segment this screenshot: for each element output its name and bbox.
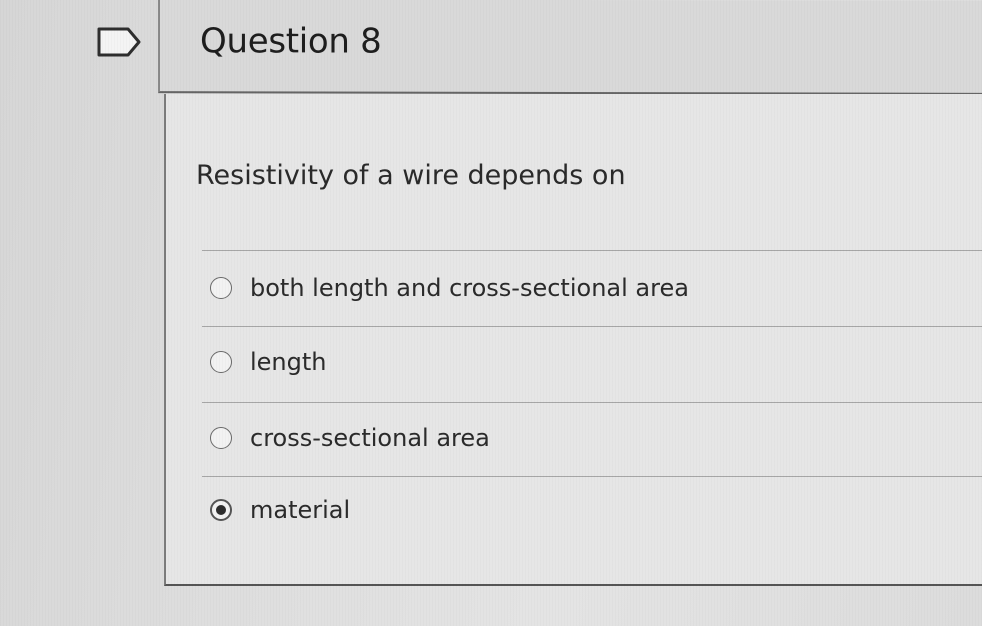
answer-option-2[interactable]: length bbox=[210, 342, 950, 382]
question-body: Resistivity of a wire depends on both le… bbox=[164, 94, 982, 586]
divider bbox=[202, 326, 982, 327]
answer-option-1[interactable]: both length and cross-sectional area bbox=[210, 268, 950, 308]
answer-option-4[interactable]: material bbox=[210, 490, 950, 530]
quiz-screen: Question 8 Resistivity of a wire depends… bbox=[0, 0, 982, 626]
option-label: material bbox=[250, 496, 351, 524]
radio-button[interactable] bbox=[210, 427, 232, 449]
radio-button-selected[interactable] bbox=[210, 499, 232, 521]
radio-button[interactable] bbox=[210, 277, 232, 299]
option-label: cross-sectional area bbox=[250, 424, 490, 452]
question-header: Question 8 bbox=[158, 0, 982, 95]
radio-button[interactable] bbox=[210, 351, 232, 373]
option-label: both length and cross-sectional area bbox=[250, 274, 689, 302]
question-card: Question 8 Resistivity of a wire depends… bbox=[158, 0, 982, 590]
divider bbox=[202, 476, 982, 477]
flag-question-icon[interactable] bbox=[96, 26, 142, 58]
option-label: length bbox=[250, 348, 327, 376]
divider bbox=[202, 402, 982, 403]
question-prompt: Resistivity of a wire depends on bbox=[196, 160, 626, 191]
question-title: Question 8 bbox=[200, 21, 382, 62]
divider bbox=[202, 250, 982, 251]
answer-option-3[interactable]: cross-sectional area bbox=[210, 418, 950, 458]
